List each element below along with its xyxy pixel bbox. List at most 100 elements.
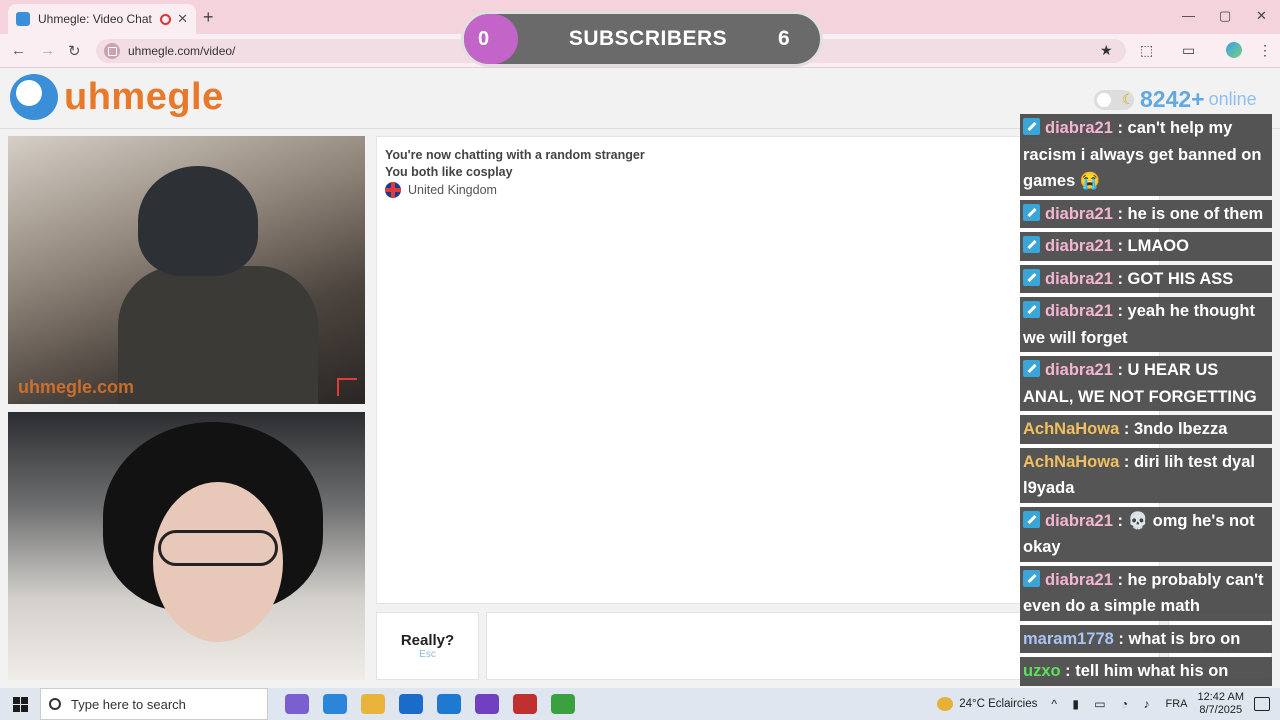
system-tray: 24°C Eclaircies ^ ▮ ▭ ◔ ♪ FRA 12:42 AM 8… (937, 688, 1280, 720)
logo-text: uhmegle (64, 75, 224, 118)
site-logo[interactable]: uhmegle (10, 74, 224, 120)
taskbar-app-icon[interactable] (361, 694, 385, 714)
site-info-icon[interactable] (104, 43, 120, 59)
stranger-body (118, 266, 318, 404)
weather-widget[interactable]: 24°C Eclaircies (937, 697, 1037, 711)
language-indicator[interactable]: FRA (1166, 698, 1188, 710)
clock-time: 12:42 AM (1197, 691, 1244, 703)
stream-chat-message: diabra21 : 💀 omg he's not okay (1020, 506, 1272, 562)
stream-chat-username: maram1778 (1023, 629, 1114, 648)
uk-flag-icon (385, 182, 401, 198)
stream-chat-username: diabra21 (1045, 269, 1113, 288)
taskbar-search[interactable]: Type here to search (40, 688, 268, 720)
stream-chat-message: maram1778 : what is bro on (1020, 624, 1272, 653)
stream-chat-text: LMAOO (1127, 237, 1189, 255)
stream-chat-message: diabra21 : he is one of them (1020, 199, 1272, 228)
taskbar-app-icon[interactable] (437, 694, 461, 714)
stream-chat-message: AchNaHowa : diri lih test dyal l9yada (1020, 447, 1272, 503)
profile-avatar[interactable] (1226, 42, 1242, 58)
stream-chat-username: diabra21 (1045, 361, 1113, 379)
stream-chat-username: diabra21 (1045, 119, 1113, 137)
self-glasses (158, 530, 278, 566)
moderator-badge-icon (1023, 268, 1040, 286)
taskbar-app-icon[interactable] (551, 694, 575, 714)
cast-icon[interactable]: ▭ (1182, 42, 1195, 59)
stream-chat-text: GOT HIS ASS (1127, 269, 1234, 288)
skip-button[interactable]: Really? Esc (376, 612, 479, 680)
country-name: United Kingdom (408, 183, 497, 197)
stream-chat-text: tell him what his on (1075, 662, 1229, 680)
recording-icon (160, 13, 172, 25)
stream-chat-message: diabra21 : U HEAR US ANAL, WE NOT FORGET… (1020, 356, 1272, 411)
stream-chat-message: AchNaHowa : 3ndo lbezza (1020, 415, 1272, 444)
browser-tab[interactable]: Uhmegle: Video Chat | Ome ✕ (8, 4, 196, 34)
online-count: 8242+ (1140, 86, 1205, 112)
stream-chat-message: diabra21 : LMAOO (1020, 232, 1272, 261)
tab-title: Uhmegle: Video Chat | Ome (38, 12, 154, 26)
tray-icons[interactable]: ^ ▮ ▭ ◔ ♪ (1051, 697, 1155, 711)
new-tab-button[interactable]: + (203, 7, 214, 28)
windows-logo-icon (12, 696, 28, 712)
dark-mode-toggle[interactable]: ☾ (1094, 89, 1135, 110)
taskbar-app-icon[interactable] (475, 694, 499, 714)
moderator-badge-icon (1023, 118, 1040, 135)
stream-chat-message: uzxo : tell him what his on (1020, 657, 1272, 686)
moderator-badge-icon (1023, 360, 1040, 377)
windows-taskbar: Type here to search 24°C Eclaircies ^ ▮ … (0, 688, 1280, 720)
subscriber-counter-overlay: 0 SUBSCRIBERS 6 (461, 11, 823, 67)
report-flag-icon[interactable] (337, 378, 357, 396)
taskbar-apps (278, 694, 582, 714)
skip-button-label: Really? (400, 632, 455, 649)
forward-button[interactable]: → (40, 42, 55, 59)
moderator-badge-icon (1023, 510, 1040, 528)
stream-chat-text: he is one of them (1127, 204, 1264, 223)
window-minimize-button[interactable]: — (1182, 8, 1195, 23)
reload-button[interactable]: ↻ (68, 42, 81, 60)
window-close-button[interactable]: ✕ (1256, 8, 1267, 24)
subscriber-count-left: 0 (464, 14, 518, 64)
start-button[interactable] (0, 688, 40, 720)
moderator-badge-icon (1023, 301, 1040, 318)
stream-chat-username: diabra21 (1045, 204, 1113, 223)
skip-button-hint: Esc (419, 649, 436, 660)
stream-chat-username: uzxo (1023, 662, 1061, 680)
stream-chat-username: AchNaHowa (1023, 420, 1120, 438)
stream-chat-username: AchNaHowa (1023, 452, 1120, 471)
stream-chat-username: diabra21 (1045, 570, 1113, 589)
uhmegle-logo-icon (10, 74, 58, 120)
stream-chat-username: diabra21 (1045, 237, 1113, 255)
stream-chat-message: diabra21 : can't help my racism i always… (1020, 114, 1272, 196)
search-icon (49, 698, 61, 710)
moderator-badge-icon (1023, 236, 1040, 253)
back-button[interactable]: ← (11, 42, 26, 59)
stream-chat-username: diabra21 (1045, 302, 1113, 320)
subscriber-label: SUBSCRIBERS (568, 27, 728, 50)
tab-close-icon[interactable]: ✕ (177, 11, 188, 27)
taskbar-clock[interactable]: 12:42 AM 8/7/2025 (1198, 691, 1244, 717)
moon-icon: ☾ (1122, 90, 1135, 107)
taskbar-app-icon[interactable] (399, 694, 423, 714)
uhmegle-favicon-icon (16, 12, 30, 26)
weather-icon (937, 697, 954, 711)
extensions-icon[interactable]: ⬚ (1140, 42, 1153, 59)
moderator-badge-icon (1023, 569, 1040, 587)
bookmark-star-icon[interactable]: ★ (1100, 42, 1113, 59)
window-maximize-button[interactable]: ▢ (1219, 8, 1231, 24)
stranger-video: uhmegle.com (8, 136, 365, 404)
subscriber-count-right: 6 (778, 27, 790, 50)
taskbar-app-icon[interactable] (285, 694, 309, 714)
online-label: online (1208, 89, 1257, 109)
stream-chat-text: what is bro on (1128, 629, 1241, 648)
stream-chat-message: diabra21 : yeah he thought we will forge… (1020, 297, 1272, 352)
stranger-helmet (138, 166, 258, 276)
stream-chat-message: diabra21 : he probably can't even do a s… (1020, 565, 1272, 621)
browser-menu-icon[interactable]: ⋮ (1258, 42, 1272, 59)
self-video (8, 412, 365, 680)
weather-text: 24°C Eclaircies (959, 698, 1038, 710)
taskbar-app-icon[interactable] (323, 694, 347, 714)
search-placeholder: Type here to search (71, 696, 186, 712)
notification-icon[interactable] (1254, 697, 1270, 711)
stream-chat-text: 3ndo lbezza (1133, 420, 1228, 438)
taskbar-app-icon[interactable] (513, 694, 537, 714)
stream-chat-message: diabra21 : GOT HIS ASS (1020, 264, 1272, 293)
